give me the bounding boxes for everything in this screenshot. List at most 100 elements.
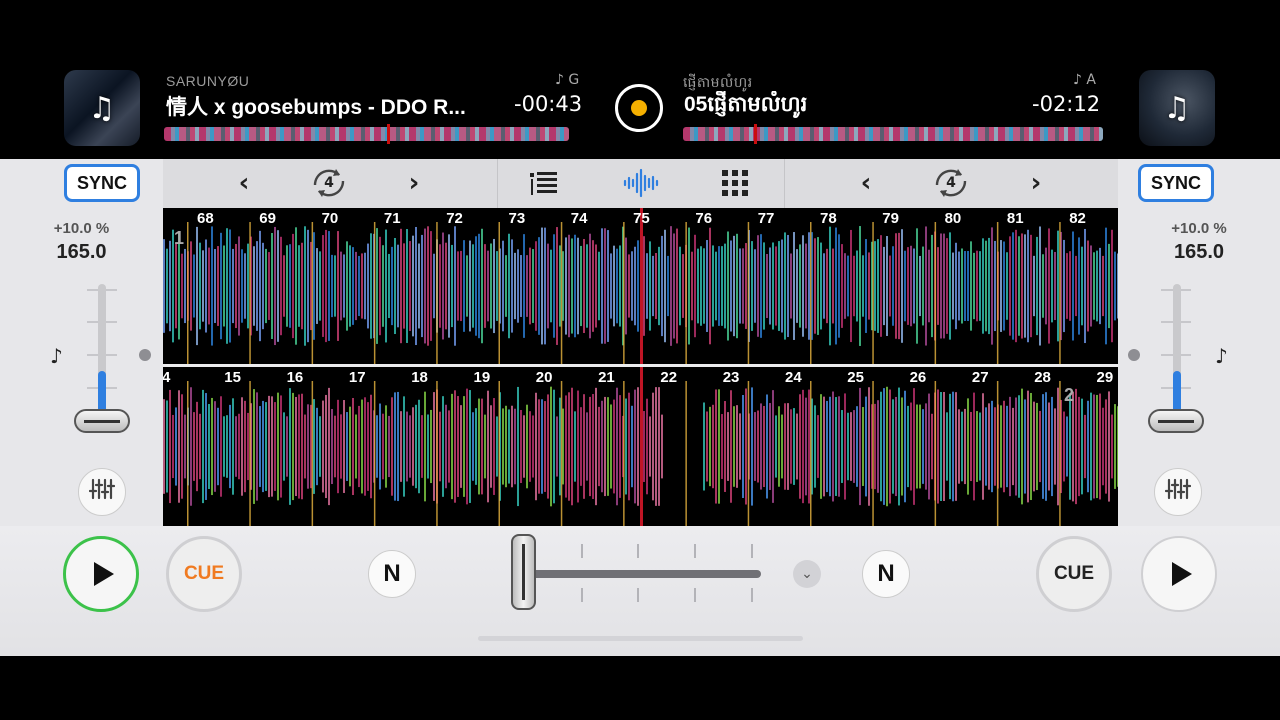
deck-b-bpm: 165.0	[1173, 241, 1225, 263]
crossfader-tick	[751, 588, 753, 602]
chevron-right-icon: ›	[408, 168, 420, 198]
beat-number: 72	[446, 210, 463, 227]
deck-a-play-button[interactable]	[63, 536, 139, 612]
chevron-left-icon: ‹	[860, 168, 872, 198]
deck-b-overview-playhead[interactable]	[754, 124, 758, 144]
pitch-reset-dot[interactable]	[139, 349, 151, 361]
beat-number: 17	[348, 369, 366, 386]
deck-a-beat-numbers: 68 69 70 71 72 73 74 75 76 77 78 79 80 81 82	[163, 208, 1118, 230]
deck-a-sync-button[interactable]: SYNC	[64, 164, 140, 202]
beat-number: 77	[757, 210, 775, 227]
crossfader-tick	[694, 588, 696, 602]
beat-number: 16	[286, 369, 304, 386]
deck-b-cover-art[interactable]: ♫	[1139, 70, 1215, 146]
crossfader-options-button[interactable]: ⌄	[793, 560, 821, 588]
beat-number: 79	[882, 210, 899, 227]
deck-a-pitch-knob[interactable]	[74, 409, 130, 433]
pads-view-button[interactable]	[719, 165, 751, 201]
beat-number: 22	[660, 369, 678, 386]
eq-sliders-icon	[1164, 478, 1192, 506]
beat-number: 18	[411, 369, 428, 386]
waveform-view-button[interactable]	[621, 165, 661, 201]
beat-number: 78	[820, 210, 837, 227]
beat-number: 68	[197, 210, 214, 227]
record-button[interactable]	[615, 84, 663, 132]
deck-b-pitch-track[interactable]	[1173, 284, 1181, 422]
deck-a-pitch-track[interactable]	[98, 284, 106, 422]
grid-pads-icon	[722, 170, 748, 196]
deck-a-number: 1	[174, 228, 185, 248]
deck-a-title: 情人 x goosebumps - DDO R...	[166, 96, 466, 119]
deck-a-loop-length: 4	[324, 175, 334, 191]
record-icon	[631, 100, 647, 116]
home-indicator	[478, 636, 803, 641]
mixer-list-icon	[530, 172, 557, 195]
deck-a-prev-button[interactable]: ‹	[229, 165, 259, 201]
beat-number: 28	[1034, 369, 1051, 386]
beat-number: 26	[909, 369, 927, 386]
beat-number: 82	[1069, 210, 1086, 227]
deck-a-overview-playhead[interactable]	[386, 124, 390, 144]
eq-sliders-icon	[88, 478, 116, 506]
beat-number: 81	[1006, 210, 1024, 227]
deck-b-track-overview[interactable]	[683, 124, 1103, 144]
deck-a-sidebar: SYNC +10.0 % 165.0 ♪	[0, 159, 163, 526]
deck-b-cue-button[interactable]: CUE	[1036, 536, 1112, 612]
deck-a-eq-button[interactable]	[78, 468, 126, 516]
deck-b-loop-length: 4	[946, 175, 956, 191]
deck-b-pitch-knob[interactable]	[1148, 409, 1204, 433]
beat-number: 71	[383, 210, 401, 227]
crossfader-tick	[751, 544, 753, 558]
beat-number: 74	[570, 210, 588, 227]
beat-number: 75	[633, 210, 650, 227]
crossfader-knob[interactable]	[511, 534, 536, 610]
deck-b-loop-button[interactable]: 4	[928, 163, 974, 203]
deck-a-loop-button[interactable]: 4	[306, 163, 352, 203]
waveform-icon	[623, 168, 659, 198]
beat-number: 4	[163, 369, 171, 386]
deck-b-sync-button[interactable]: SYNC	[1138, 164, 1214, 202]
deck-a-waveform[interactable]: 68 69 70 71 72 73 74 75 76 77 78 79 80 81 82 1	[163, 208, 1118, 364]
beat-number: 76	[695, 210, 713, 227]
crossfader-tick	[581, 588, 583, 602]
deck-a-key: ♪ G	[555, 72, 580, 88]
deck-b-waveform[interactable]: 4 15 16 17 18 19 20 21 22 23 24 25 26 27 28 29 2	[163, 367, 1118, 526]
beat-number: 21	[598, 369, 615, 386]
beat-number: 15	[224, 369, 241, 386]
beat-number: 70	[321, 210, 339, 227]
deck-b-n-button[interactable]: N	[862, 550, 910, 598]
mixer-view-button[interactable]	[525, 165, 561, 201]
pitch-reset-dot[interactable]	[1128, 349, 1140, 361]
mixer-panel: SYNC +10.0 % 165.0 ♪ ‹ 4 › ‹ 4 › 68 69 7…	[0, 159, 1280, 656]
beat-number: 20	[535, 369, 553, 386]
deck-b-next-button[interactable]: ›	[1021, 165, 1051, 201]
deck-a-cover-art[interactable]: ♫	[64, 70, 140, 146]
deck-a-track-overview[interactable]	[164, 124, 569, 144]
deck-a-remaining-time: -00:43	[514, 92, 583, 116]
crossfader-track[interactable]	[521, 570, 761, 578]
crossfader-tick	[694, 544, 696, 558]
beat-number: 23	[722, 369, 740, 386]
beat-number: 80	[944, 210, 962, 227]
deck-a-pitch-range: +10.0 %	[53, 220, 110, 237]
play-icon	[93, 562, 114, 586]
beat-number: 24	[785, 369, 802, 386]
deck-b-prev-button[interactable]: ‹	[851, 165, 881, 201]
crossfader-tick	[581, 544, 583, 558]
transport-controls: CUE N ⌄ N CUE	[0, 526, 1280, 656]
deck-b-pitch-range: +10.0 %	[1171, 220, 1227, 237]
deck-b-key: ♪ A	[1073, 72, 1096, 88]
toolbar-divider	[784, 159, 785, 208]
deck-a-n-button[interactable]: N	[368, 550, 416, 598]
music-note-icon: ♫	[88, 90, 116, 126]
music-note-icon: ♫	[1163, 90, 1191, 126]
toolbar-divider	[497, 159, 498, 208]
beat-number: 19	[473, 369, 491, 386]
beat-number: 25	[847, 369, 864, 386]
deck-a-cue-button[interactable]: CUE	[166, 536, 242, 612]
deck-b-play-button[interactable]	[1141, 536, 1217, 612]
beat-number: 29	[1096, 369, 1114, 386]
deck-a-next-button[interactable]: ›	[399, 165, 429, 201]
deck-b-eq-button[interactable]	[1154, 468, 1202, 516]
deck-b-waveform-graphic	[163, 367, 1118, 526]
